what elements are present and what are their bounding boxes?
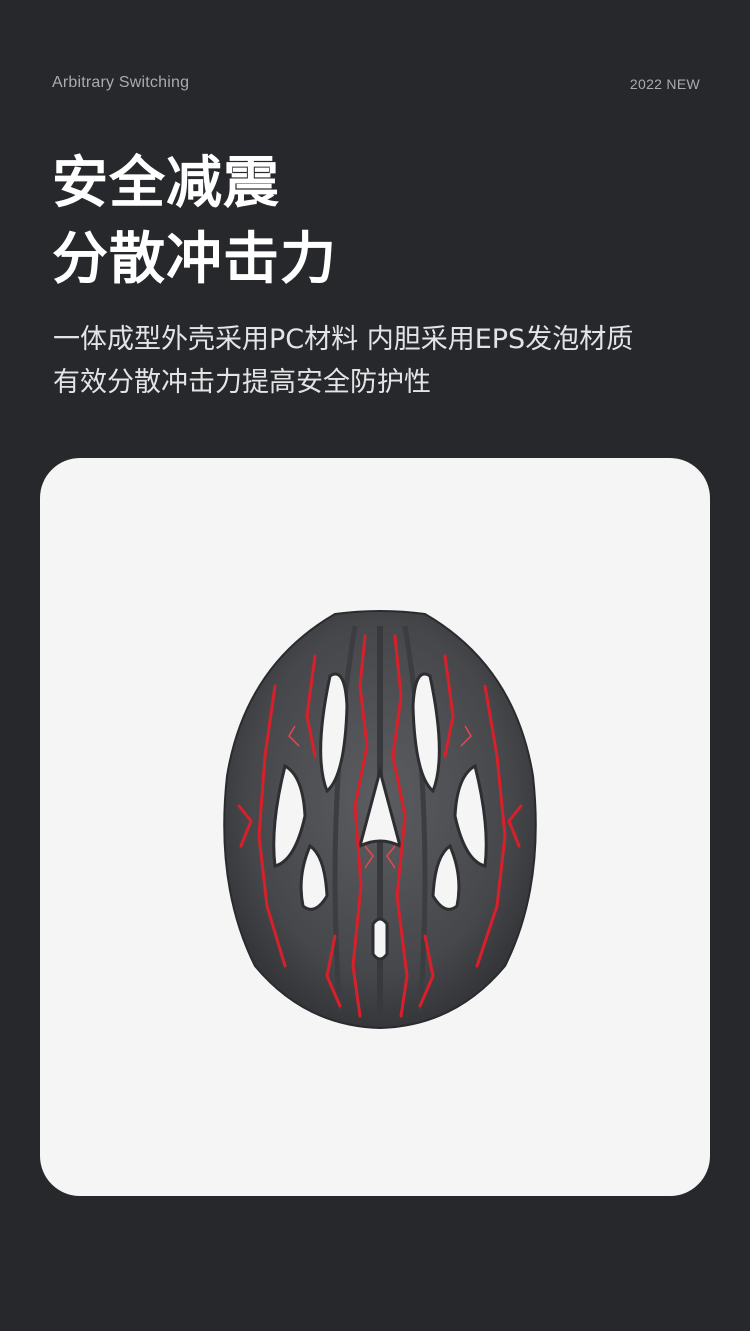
year-badge: 2022 NEW [629, 76, 700, 92]
page-title: 安全减震 分散冲击力 [52, 146, 337, 298]
helmet-image [223, 610, 537, 1030]
title-line-2: 分散冲击力 [52, 227, 337, 292]
description: 一体成型外壳采用PC材料 内胆采用EPS发泡材质 有效分散冲击力提高安全防护性 [53, 318, 633, 404]
description-line-2: 有效分散冲击力提高安全防护性 [53, 367, 431, 398]
tagline: Arbitrary Switching [52, 74, 190, 91]
title-line-1: 安全减震 [52, 151, 280, 216]
product-card [40, 458, 710, 1196]
description-line-1: 一体成型外壳采用PC材料 内胆采用EPS发泡材质 [53, 324, 634, 355]
